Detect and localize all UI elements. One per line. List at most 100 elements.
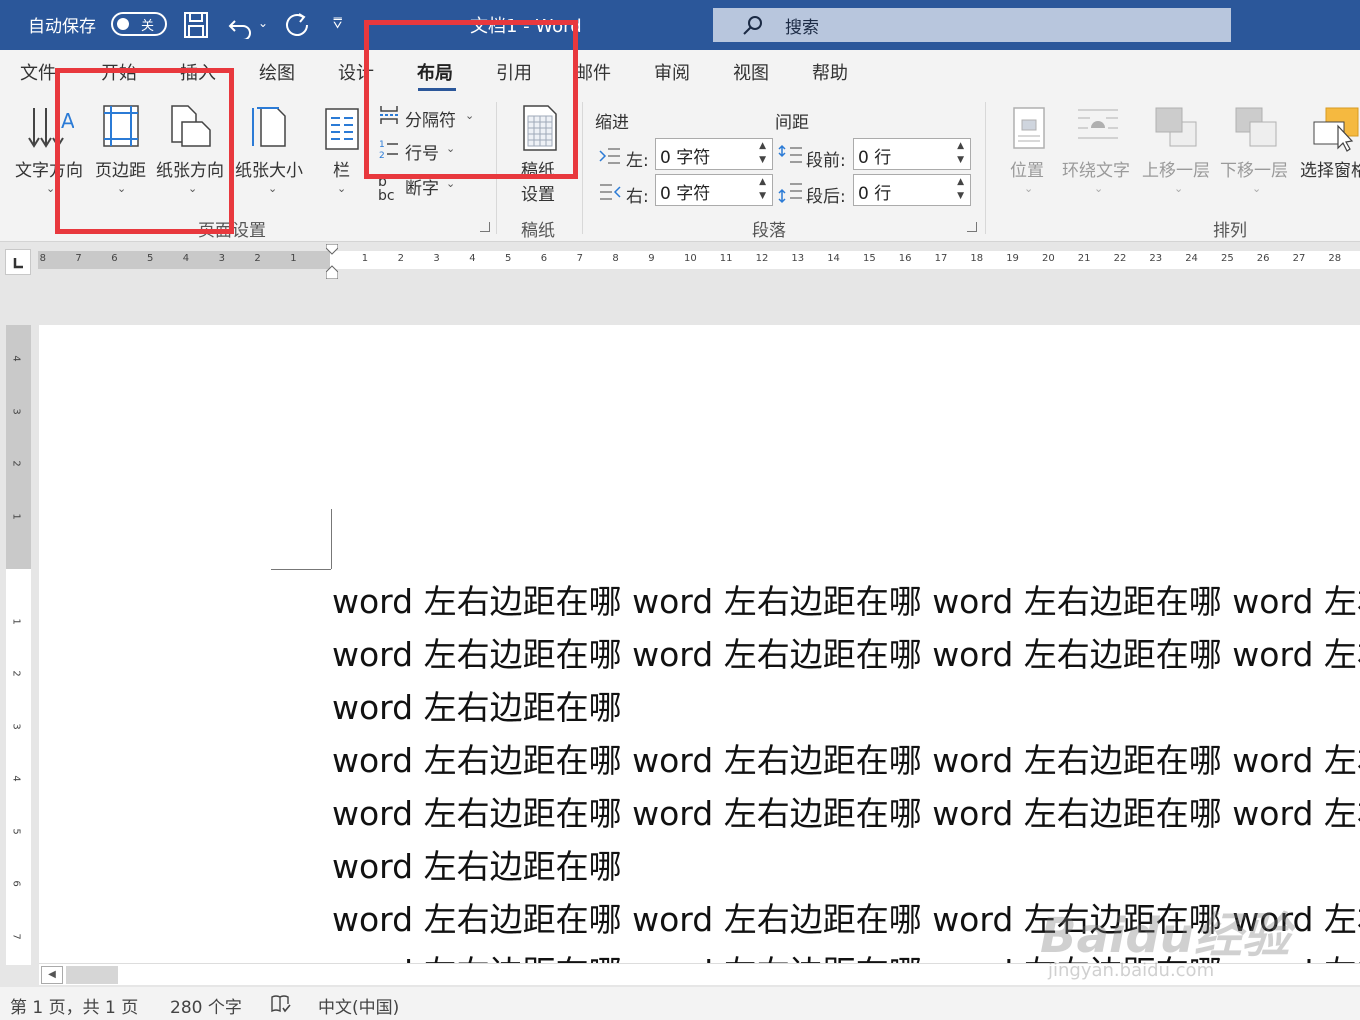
proofing-icon[interactable] <box>270 994 292 1019</box>
spin-down-icon[interactable]: ▼ <box>759 156 766 165</box>
ruler-number: 24 <box>1185 253 1198 264</box>
ruler-number: 4 <box>10 775 22 782</box>
group-label-paragraph: 段落 <box>752 221 786 241</box>
undo-dropdown-icon[interactable]: ⌄ <box>258 16 268 30</box>
spacing-after-value: 0 行 <box>858 184 892 204</box>
ruler-number: 10 <box>684 253 697 264</box>
horizontal-ruler[interactable]: 8 7 6 5 4 3 2 1 1 2 3 4 5 6 7 8 9 10 11 12 13 14 15 16 17 18 19 20 2… <box>0 244 1360 279</box>
ruler-number: 2 <box>397 253 404 264</box>
document-line[interactable]: word 左右边距在哪 word 左右边距在哪 word 左右边距在哪 word… <box>332 734 1360 782</box>
page-count[interactable]: 第 1 页，共 1 页 <box>10 993 138 1018</box>
tab-selector-icon[interactable] <box>5 249 31 275</box>
tab-review[interactable]: 审阅 <box>654 59 690 85</box>
spin-up-icon[interactable]: ▲ <box>759 178 766 187</box>
spacing-header: 间距 <box>775 113 809 133</box>
indent-right-label: 右: <box>626 187 649 207</box>
spin-down-icon[interactable]: ▼ <box>759 192 766 201</box>
ruler-number: 8 <box>612 253 619 264</box>
spacing-before-label: 段前: <box>806 151 846 171</box>
document-line[interactable]: word 左右边距在哪 word 左右边距在哪 word 左右边距在哪 word… <box>332 787 1360 835</box>
vertical-ruler[interactable]: 4 3 2 1 1 2 3 4 5 6 7 <box>6 325 31 965</box>
annotation-box-layout-tab <box>364 20 578 179</box>
columns-icon <box>325 108 359 150</box>
document-line[interactable]: word 左右边距在哪 <box>332 840 622 888</box>
ruler-number: 23 <box>1149 253 1163 264</box>
group-divider <box>985 102 986 234</box>
search-input[interactable]: 搜索 <box>713 8 1231 42</box>
page-setup-launcher-icon[interactable] <box>480 222 490 232</box>
ruler-strip: 8 7 6 5 4 3 2 1 1 2 3 4 5 6 7 8 9 10 11 12 13 14 15 16 17 18 19 20 2… <box>38 251 1360 269</box>
spacing-after-input[interactable]: 0 行 ▲ ▼ <box>853 174 971 206</box>
ruler-number: 3 <box>10 407 22 415</box>
position-icon <box>1013 107 1045 149</box>
indent-left-input[interactable]: 0 字符 ▲ ▼ <box>655 138 773 170</box>
ruler-number: 14 <box>827 253 840 264</box>
scroll-left-icon[interactable]: ◀ <box>41 966 63 984</box>
ruler-number: 3 <box>10 722 22 730</box>
ruler-number: 13 <box>791 253 805 264</box>
bring-forward-icon <box>1155 107 1197 147</box>
ruler-number: 7 <box>576 253 583 264</box>
margin-corner-mark <box>331 509 332 569</box>
chevron-down-icon: ⌄ <box>1024 182 1034 195</box>
tab-help[interactable]: 帮助 <box>812 59 848 85</box>
scrollbar-thumb[interactable] <box>66 966 118 984</box>
spin-down-icon[interactable]: ▼ <box>957 156 964 165</box>
spacing-before-input[interactable]: 0 行 ▲ ▼ <box>853 138 971 170</box>
document-line[interactable]: word 左右边距在哪 word 左右边距在哪 word 左右边距在哪 word… <box>332 628 1360 676</box>
tab-mailings[interactable]: 邮件 <box>575 59 611 85</box>
tab-draw[interactable]: 绘图 <box>259 59 295 85</box>
chevron-down-icon: ⌄ <box>268 182 278 195</box>
spacing-before-icon <box>778 144 802 163</box>
document-page[interactable]: word 左右边距在哪 word 左右边距在哪 word 左右边距在哪 word… <box>39 325 1360 963</box>
redo-icon[interactable] <box>283 11 311 39</box>
group-label-arrange: 排列 <box>1213 221 1247 241</box>
ruler-number: 6 <box>540 253 548 264</box>
ruler-number: 7 <box>75 253 82 264</box>
ruler-number: 5 <box>505 253 512 264</box>
ruler-number: 3 <box>218 253 225 264</box>
ruler-number: 1 <box>290 253 297 264</box>
autosave-state: 关 <box>141 19 155 34</box>
spin-down-icon[interactable]: ▼ <box>957 192 964 201</box>
indent-right-input[interactable]: 0 字符 ▲ ▼ <box>655 174 773 206</box>
indent-header: 缩进 <box>595 113 629 133</box>
spacing-after-icon <box>778 183 802 204</box>
tab-view[interactable]: 视图 <box>733 59 769 85</box>
autosave-toggle[interactable]: 关 <box>111 12 167 36</box>
ruler-number: 6 <box>10 880 22 887</box>
spin-up-icon[interactable]: ▲ <box>759 142 766 151</box>
spin-up-icon[interactable]: ▲ <box>957 142 964 151</box>
tab-file[interactable]: 文件 <box>20 59 56 85</box>
title-bar: 自动保存 关 ⌄ ⩢ 文档1 - Word 搜索 <box>0 0 1360 50</box>
document-line[interactable]: word 左右边距在哪 word 左右边距在哪 word 左右边距在哪 word… <box>332 575 1360 623</box>
ruler-number: 21 <box>1077 253 1091 264</box>
ruler-number: 22 <box>1113 253 1127 264</box>
ruler-number: 4 <box>469 253 476 264</box>
columns-label: 栏 <box>333 161 350 181</box>
paragraph-launcher-icon[interactable] <box>967 222 977 232</box>
ruler-number: 2 <box>10 460 22 467</box>
ruler-number: 1 <box>10 512 22 520</box>
ruler-number: 18 <box>970 253 984 264</box>
customize-qat-icon[interactable]: ⩢ <box>333 14 342 32</box>
word-count[interactable]: 280 个字 <box>170 993 242 1018</box>
undo-icon[interactable] <box>227 11 255 39</box>
ruler-number: 27 <box>1292 253 1306 264</box>
indent-marker-icon[interactable] <box>326 244 338 279</box>
ruler-number: 15 <box>863 253 876 264</box>
search-icon <box>743 16 762 35</box>
spacing-after-label: 段后: <box>806 187 846 207</box>
watermark-url: jingyan.baidu.com <box>1048 960 1215 981</box>
chevron-down-icon: ⌄ <box>1252 182 1262 195</box>
spin-up-icon[interactable]: ▲ <box>957 178 964 187</box>
indent-left-label: 左: <box>626 151 649 171</box>
ruler-number: 5 <box>10 827 22 835</box>
ruler-number: 5 <box>147 253 154 264</box>
language-indicator[interactable]: 中文(中国) <box>318 993 399 1018</box>
ruler-number: 1 <box>361 253 369 264</box>
document-line[interactable]: word 左右边距在哪 <box>332 681 622 729</box>
save-icon[interactable] <box>183 11 209 39</box>
send-backward-icon <box>1235 107 1277 147</box>
ruler-number: 16 <box>898 253 912 264</box>
